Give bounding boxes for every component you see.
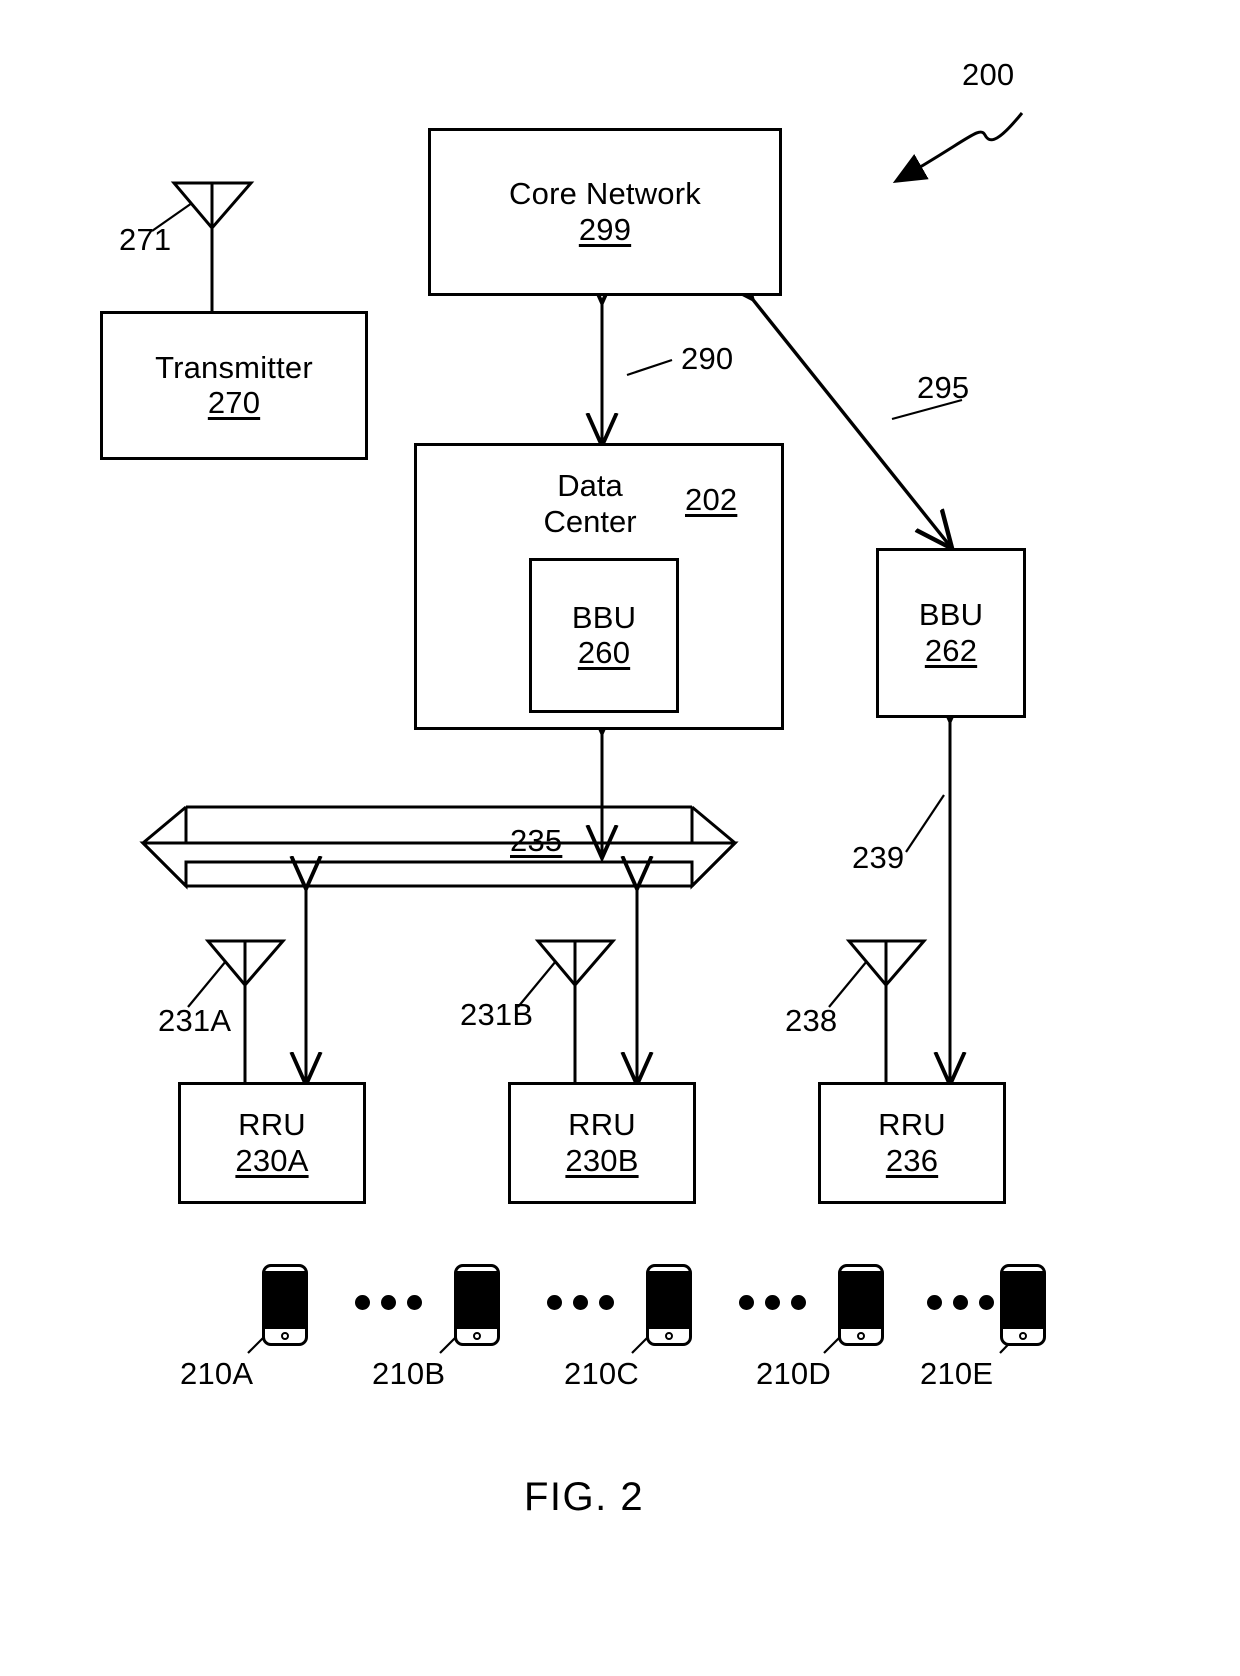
antenna-ref-231a: 231A [158,1003,232,1038]
bbu-262-ref: 262 [924,632,978,668]
bbu-262-label: BBU [918,597,984,633]
transmitter-box[interactable]: Transmitter 270 [100,311,368,460]
rru-230a-ref: 230A [235,1142,309,1178]
ue-screen [265,1271,305,1329]
rru-230b-box[interactable]: RRU 230B [508,1082,696,1204]
link-ref-239: 239 [852,840,905,875]
rru-230a-label: RRU [238,1107,306,1143]
antenna-ref-271: 271 [119,222,172,257]
rru-230b-ref: 230B [565,1142,639,1178]
ue-210c-icon[interactable] [646,1264,692,1346]
ue-ref-210c: 210C [564,1356,639,1391]
bbu-260-ref: 260 [577,635,631,671]
core-network-ref: 299 [578,211,632,247]
rru-230b-label: RRU [568,1107,636,1143]
ue-210e-icon[interactable] [1000,1264,1046,1346]
fronthaul-bus-235 [139,805,739,890]
patent-figure-2: Core Network 299 Transmitter 270 Data Ce… [0,0,1240,1676]
bbu-260-label: BBU [571,599,637,635]
bus-ref-235: 235 [510,823,563,858]
bbu-260-box[interactable]: BBU 260 [529,558,679,713]
ue-ellipsis-1 [355,1295,422,1310]
system-ref-200: 200 [962,57,1015,92]
rru-236-label: RRU [878,1107,946,1143]
link-ref-295: 295 [917,370,970,405]
rru-230a-box[interactable]: RRU 230A [178,1082,366,1204]
figure-caption: FIG. 2 [524,1475,645,1519]
ue-210a-icon[interactable] [262,1264,308,1346]
rru-236-box[interactable]: RRU 236 [818,1082,1006,1204]
ue-home-button [281,1332,289,1340]
core-network-box[interactable]: Core Network 299 [428,128,782,296]
ue-screen [649,1271,689,1329]
link-290-arrow [602,300,673,443]
ue-ref-210b: 210B [372,1356,446,1391]
system-ref-pointer [898,112,1024,180]
ue-ellipsis-4 [927,1295,994,1310]
ue-home-button [665,1332,673,1340]
data-center-label: Data Center [543,468,637,539]
transmitter-label: Transmitter [155,349,313,385]
ue-ref-210d: 210D [756,1356,831,1391]
antenna-ref-238: 238 [785,1003,838,1038]
ue-ellipsis-2 [547,1295,614,1310]
ue-screen [841,1271,881,1329]
ue-ellipsis-3 [739,1295,806,1310]
rru-236-antenna-icon [828,939,928,1082]
rru-236-ref: 236 [885,1142,939,1178]
link-ref-290: 290 [681,341,734,376]
ue-210d-icon[interactable] [838,1264,884,1346]
ue-leader-lines [247,1317,1031,1354]
ue-ref-210e: 210E [920,1356,994,1391]
data-center-ref: 202 [685,482,738,517]
link-239-arrow [905,718,950,1082]
ue-ref-210a: 210A [180,1356,254,1391]
antenna-ref-231b: 231B [460,997,534,1032]
ue-home-button [857,1332,865,1340]
transmitter-ref: 270 [207,385,261,421]
bbu-262-box[interactable]: BBU 262 [876,548,1026,718]
ue-210b-icon[interactable] [454,1264,500,1346]
ue-home-button [1019,1332,1027,1340]
ue-home-button [473,1332,481,1340]
core-network-label: Core Network [509,176,701,212]
ue-screen [1003,1271,1043,1329]
ue-screen [457,1271,497,1329]
